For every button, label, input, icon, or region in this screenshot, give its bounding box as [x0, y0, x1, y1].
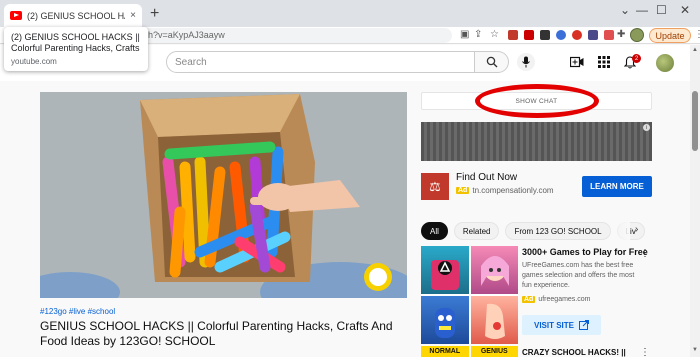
game-ad-source: Ad ufreegames.com: [522, 296, 590, 303]
update-button[interactable]: Update: [649, 28, 691, 43]
maximize-button[interactable]: ☐: [656, 3, 667, 17]
youtube-favicon-icon: [10, 11, 22, 20]
extensions-puzzle-icon[interactable]: ✚: [617, 29, 625, 40]
ad-find-out-now: ⚖ Find Out Now Ad tn.compensationly.com …: [421, 170, 652, 200]
url-text: h?v=aKypAJ3aayw: [148, 30, 225, 40]
minimize-button[interactable]: —: [636, 3, 648, 17]
ad-info-icon[interactable]: i: [643, 124, 650, 131]
ad-domain: tn.compensationly.com: [472, 186, 554, 195]
game-ad-thumbnail[interactable]: [421, 246, 518, 344]
more-options-icon[interactable]: ⋮: [640, 347, 650, 357]
hover-card-domain: youtube.com: [11, 57, 57, 66]
video-title: GENIUS SCHOOL HACKS || Colorful Parentin…: [40, 319, 393, 348]
video-player[interactable]: [40, 92, 407, 298]
game-ad-title[interactable]: 3000+ Games to Play for Free: [522, 247, 648, 257]
extension-icon[interactable]: [524, 30, 534, 40]
address-bar[interactable]: h?v=aKypAJ3aayw: [140, 28, 452, 43]
learn-more-label: LEARN MORE: [590, 182, 644, 191]
visit-site-button[interactable]: VISIT SITE: [522, 315, 601, 335]
video-frame: [40, 92, 407, 298]
extension-icon[interactable]: [572, 30, 582, 40]
ad-source-line: Ad tn.compensationly.com: [456, 186, 554, 195]
ad-badge: Ad: [522, 296, 536, 303]
chip-all[interactable]: All: [421, 222, 448, 240]
page-scrollbar[interactable]: ▲ ▼: [690, 45, 700, 357]
search-icon: [486, 56, 497, 68]
browser-tab-youtube[interactable]: (2) GENIUS SCHOOL HACKS || Cr ×: [4, 4, 142, 27]
create-video-icon[interactable]: [570, 56, 584, 68]
gavel-icon: ⚖: [421, 173, 449, 200]
tab-close-icon[interactable]: ×: [130, 10, 136, 21]
chips-fade: [608, 222, 630, 240]
game-thumb-squid: [421, 246, 469, 294]
game-label-genius: GENIUS: [470, 346, 518, 357]
search-button[interactable]: [475, 51, 509, 73]
apps-grid-icon[interactable]: [598, 56, 610, 68]
share-icon[interactable]: ⇪: [474, 29, 482, 40]
hover-card-title-line1: (2) GENIUS SCHOOL HACKS ||: [11, 32, 140, 42]
browser-menu-icon[interactable]: ⋮: [694, 29, 700, 40]
game-thumb-princess: [470, 246, 518, 294]
chevron-right-icon[interactable]: ›: [635, 224, 638, 235]
red-annotation-ellipse: [475, 84, 599, 118]
ad-badge: Ad: [456, 187, 470, 194]
extension-icon[interactable]: [588, 30, 598, 40]
next-video-title[interactable]: CRAZY SCHOOL HACKS! ||: [522, 348, 626, 357]
search-input[interactable]: Search: [166, 51, 475, 73]
youtube-account-avatar[interactable]: [656, 54, 674, 72]
notification-count-badge: 2: [632, 54, 641, 63]
browser-tab-strip: (2) GENIUS SCHOOL HACKS || Cr × + ⌄ — ☐ …: [0, 0, 700, 27]
window-close-button[interactable]: ✕: [680, 3, 690, 17]
profile-avatar[interactable]: [630, 28, 644, 42]
game-thumb-labels: NORMAL GENIUS: [421, 346, 518, 357]
external-link-icon: [579, 320, 589, 330]
extension-icon[interactable]: [604, 30, 614, 40]
scroll-up-icon[interactable]: ▲: [692, 47, 698, 53]
chip-from-channel[interactable]: From 123 GO! SCHOOL: [505, 222, 611, 240]
scroll-down-icon[interactable]: ▼: [692, 347, 698, 353]
microphone-icon: [522, 56, 530, 68]
new-tab-button[interactable]: +: [150, 5, 159, 23]
game-label-normal: NORMAL: [421, 346, 469, 357]
ad-title[interactable]: Find Out Now: [456, 172, 517, 183]
learn-more-button[interactable]: LEARN MORE: [582, 176, 652, 197]
tab-title: (2) GENIUS SCHOOL HACKS || Cr: [27, 10, 125, 21]
game-thumb-foot: [470, 296, 518, 344]
extension-icon[interactable]: [508, 30, 518, 40]
game-ad-description: UFreeGames.com has the best free games s…: [522, 262, 635, 289]
extension-icon[interactable]: [540, 30, 550, 40]
extension-icon[interactable]: [556, 30, 566, 40]
more-options-icon[interactable]: ⋮: [640, 248, 650, 259]
bookmark-star-icon[interactable]: ☆: [490, 29, 499, 40]
scrollbar-thumb[interactable]: [692, 91, 698, 151]
chip-related[interactable]: Related: [453, 222, 500, 240]
visit-site-label: VISIT SITE: [533, 320, 574, 330]
video-hashtags[interactable]: #123go #live #school: [40, 307, 115, 316]
hover-card-title-line2: Colorful Parenting Hacks, Crafts An...: [11, 43, 141, 53]
ad-banner-image[interactable]: i: [421, 122, 652, 161]
screen-share-icon[interactable]: ▣: [460, 29, 469, 40]
chevron-down-icon[interactable]: ⌄: [620, 3, 630, 17]
update-label: Update: [655, 30, 685, 41]
voice-search-button[interactable]: [517, 53, 535, 71]
game-ad-domain: ufreegames.com: [538, 296, 591, 303]
game-thumb-monster: [421, 296, 469, 344]
tab-hover-card: (2) GENIUS SCHOOL HACKS || Colorful Pare…: [4, 27, 148, 71]
